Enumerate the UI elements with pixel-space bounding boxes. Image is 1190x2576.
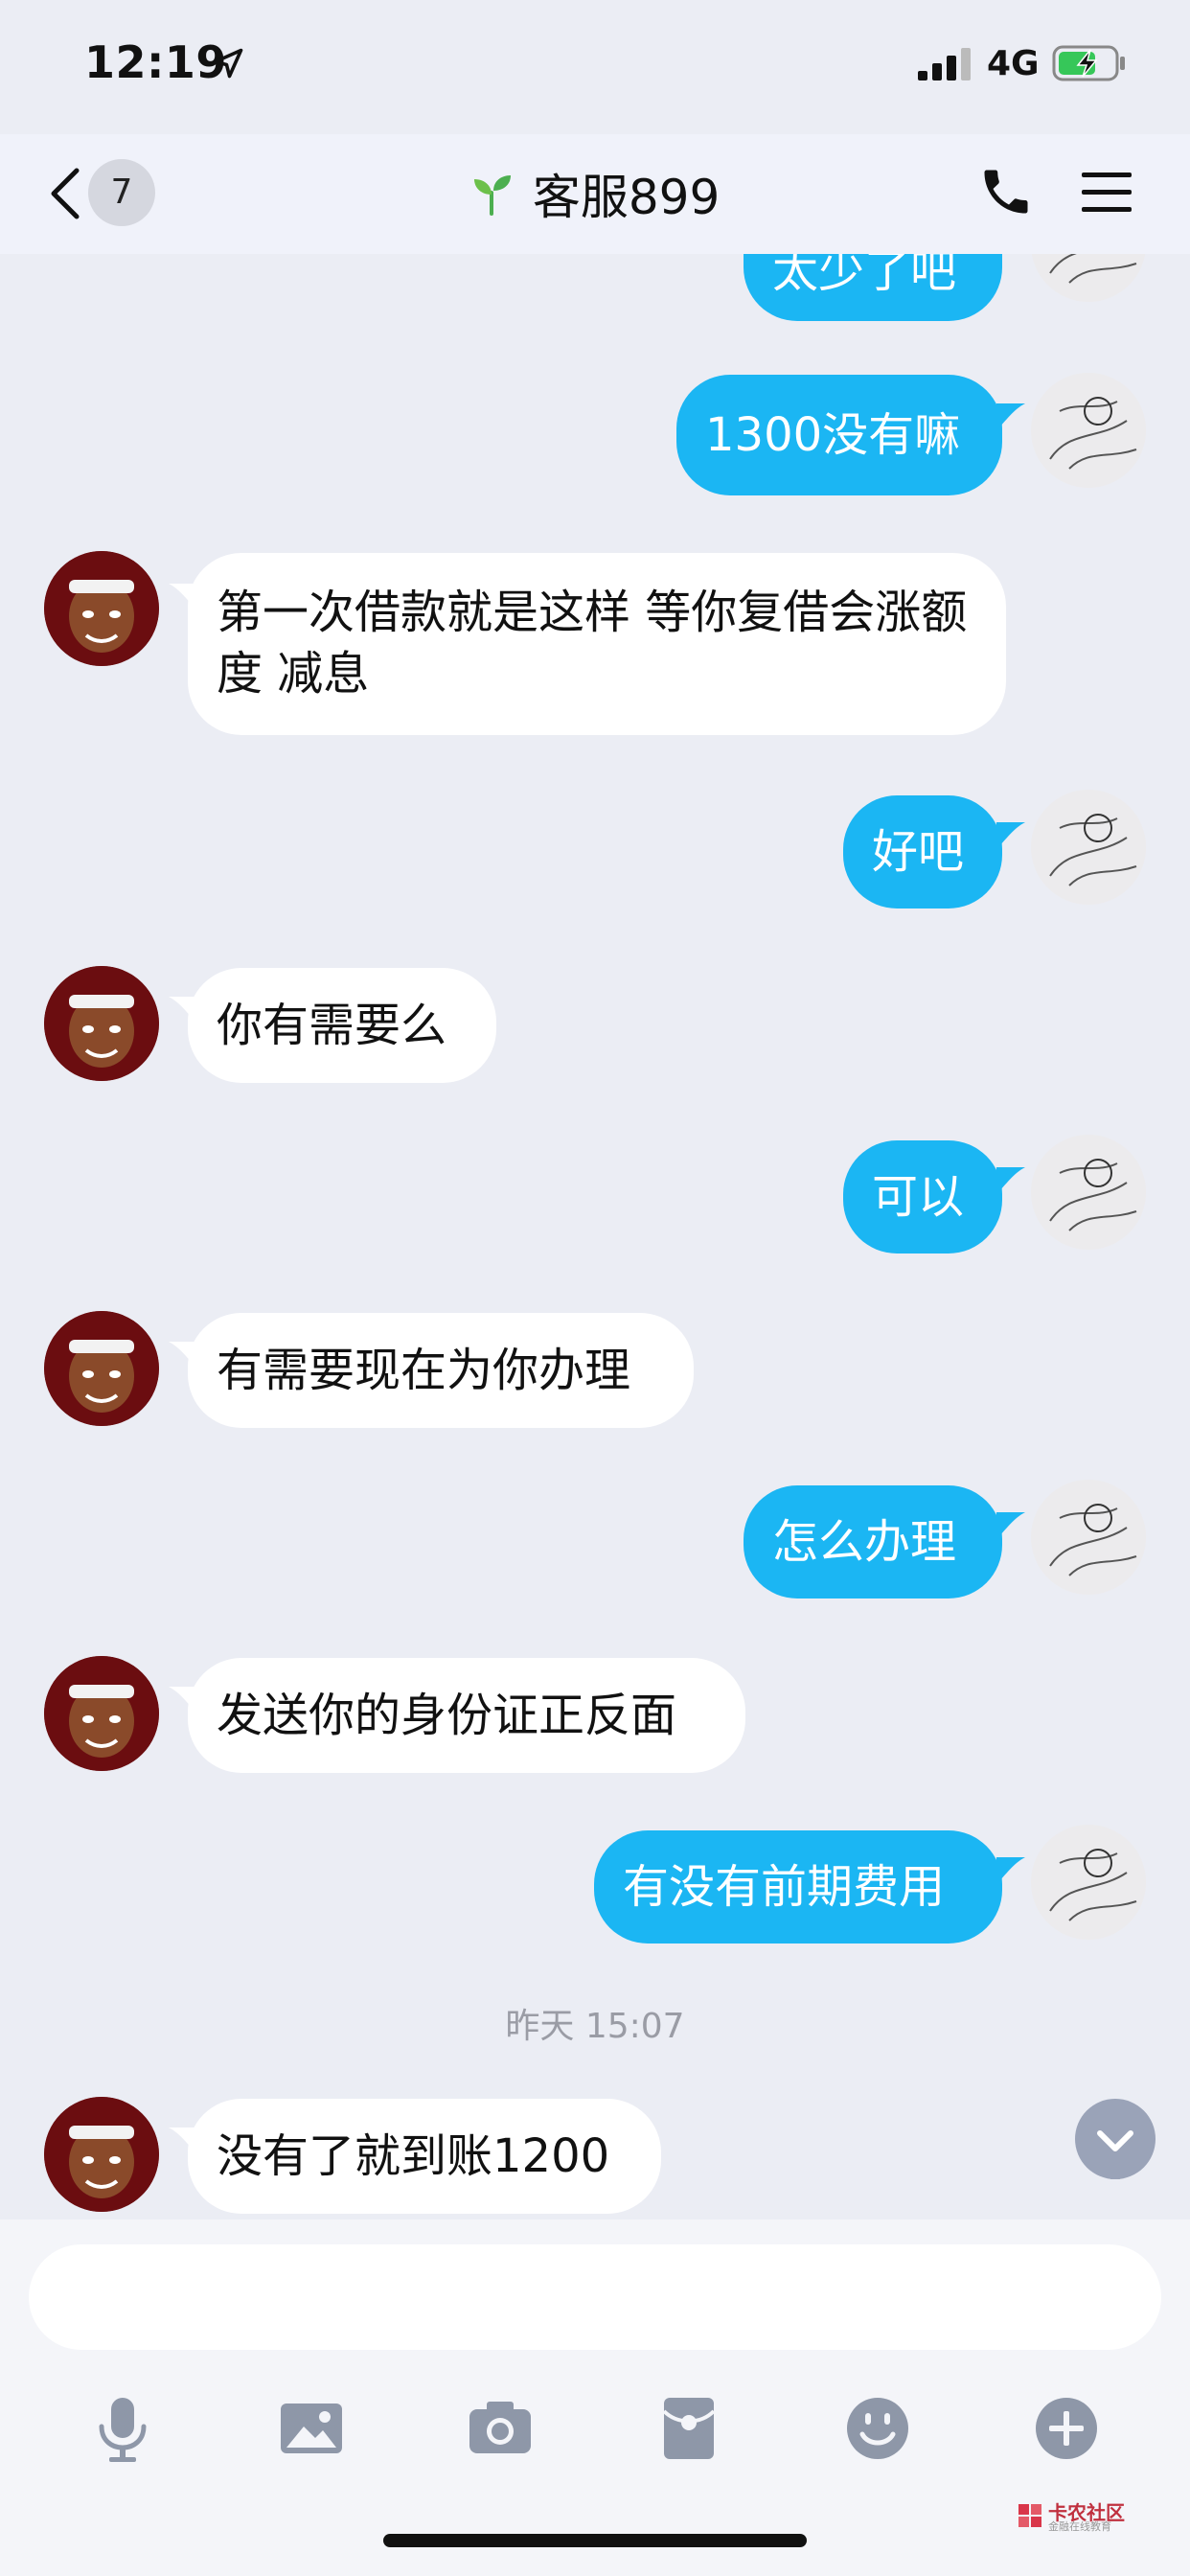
image-icon[interactable]: [273, 2390, 350, 2467]
message-row: 太少了吧: [0, 254, 1190, 321]
message-row: 第一次借款就是这样 等你复借会涨额度 减息: [0, 551, 1190, 735]
chat-title: 客服899: [532, 170, 721, 225]
user-avatar[interactable]: [1031, 373, 1146, 488]
agent-avatar[interactable]: [44, 551, 159, 666]
composer: [0, 2220, 1190, 2576]
message-list[interactable]: 太少了吧 1300没有嘛 第一次借款就是这样 等你复借会涨额度 减息 好吧 你有…: [0, 254, 1190, 2219]
message-row: 发送你的身份证正反面: [0, 1656, 1190, 1773]
bubble-tail: [996, 1512, 1025, 1539]
user-avatar[interactable]: [1031, 1480, 1146, 1595]
sprout-icon: [473, 175, 511, 216]
red-packet-icon[interactable]: [651, 2390, 727, 2467]
battery-charging-icon: [1052, 45, 1125, 81]
plus-icon[interactable]: [1028, 2390, 1105, 2467]
message-row: 可以: [0, 1135, 1190, 1254]
bubble-tail: [996, 1167, 1025, 1194]
agent-avatar[interactable]: [44, 1656, 159, 1771]
home-indicator[interactable]: [383, 2534, 807, 2547]
chat-header: 7 客服899: [0, 134, 1190, 254]
outgoing-message[interactable]: 太少了吧: [744, 254, 1002, 321]
status-bar: 12:19 4G: [0, 0, 1190, 134]
message-row: 你有需要么: [0, 966, 1190, 1083]
outgoing-message[interactable]: 好吧: [843, 795, 1002, 908]
agent-avatar[interactable]: [44, 2097, 159, 2212]
message-row: 1300没有嘛: [0, 373, 1190, 499]
watermark-logo: 卡农社区 金融在线教育: [1016, 2497, 1140, 2536]
incoming-message[interactable]: 没有了就到账1200: [188, 2099, 661, 2214]
bubble-tail: [996, 1857, 1025, 1884]
emoji-icon[interactable]: [839, 2390, 916, 2467]
outgoing-message[interactable]: 1300没有嘛: [676, 375, 1002, 495]
incoming-message[interactable]: 发送你的身份证正反面: [188, 1658, 745, 1773]
bubble-tail: [996, 822, 1025, 849]
message-row: 好吧: [0, 790, 1190, 908]
agent-avatar[interactable]: [44, 966, 159, 1081]
agent-avatar[interactable]: [44, 1311, 159, 1426]
message-row: 有没有前期费用: [0, 1825, 1190, 1944]
outgoing-message[interactable]: 怎么办理: [744, 1485, 1002, 1598]
incoming-message[interactable]: 你有需要么: [188, 968, 496, 1083]
message-row: 没有了就到账1200: [0, 2097, 1190, 2214]
bubble-tail: [996, 403, 1025, 430]
user-avatar[interactable]: [1031, 254, 1146, 302]
message-input[interactable]: [29, 2244, 1161, 2350]
scroll-to-bottom-button[interactable]: [1075, 2099, 1156, 2187]
status-time: 12:19: [84, 36, 227, 88]
cellular-signal-icon: [918, 48, 971, 80]
phone-icon[interactable]: [977, 163, 1035, 220]
incoming-message[interactable]: 有需要现在为你办理: [188, 1313, 694, 1428]
outgoing-message[interactable]: 可以: [843, 1140, 1002, 1254]
network-type: 4G: [987, 44, 1040, 83]
microphone-icon[interactable]: [84, 2390, 161, 2467]
user-avatar[interactable]: [1031, 790, 1146, 905]
message-row: 怎么办理: [0, 1480, 1190, 1598]
user-avatar[interactable]: [1031, 1135, 1146, 1250]
chevron-down-icon: [1097, 2130, 1133, 2187]
incoming-message[interactable]: 第一次借款就是这样 等你复借会涨额度 减息: [188, 553, 1006, 735]
watermark-icon: [1018, 2504, 1041, 2527]
message-timestamp: 昨天 15:07: [505, 2007, 685, 2046]
watermark-subtitle: 金融在线教育: [1048, 2520, 1111, 2533]
camera-icon[interactable]: [462, 2390, 538, 2467]
location-arrow-icon: [213, 48, 243, 79]
message-row: 有需要现在为你办理: [0, 1311, 1190, 1428]
menu-icon[interactable]: [1078, 163, 1135, 220]
user-avatar[interactable]: [1031, 1825, 1146, 1940]
outgoing-message[interactable]: 有没有前期费用: [594, 1830, 1002, 1944]
